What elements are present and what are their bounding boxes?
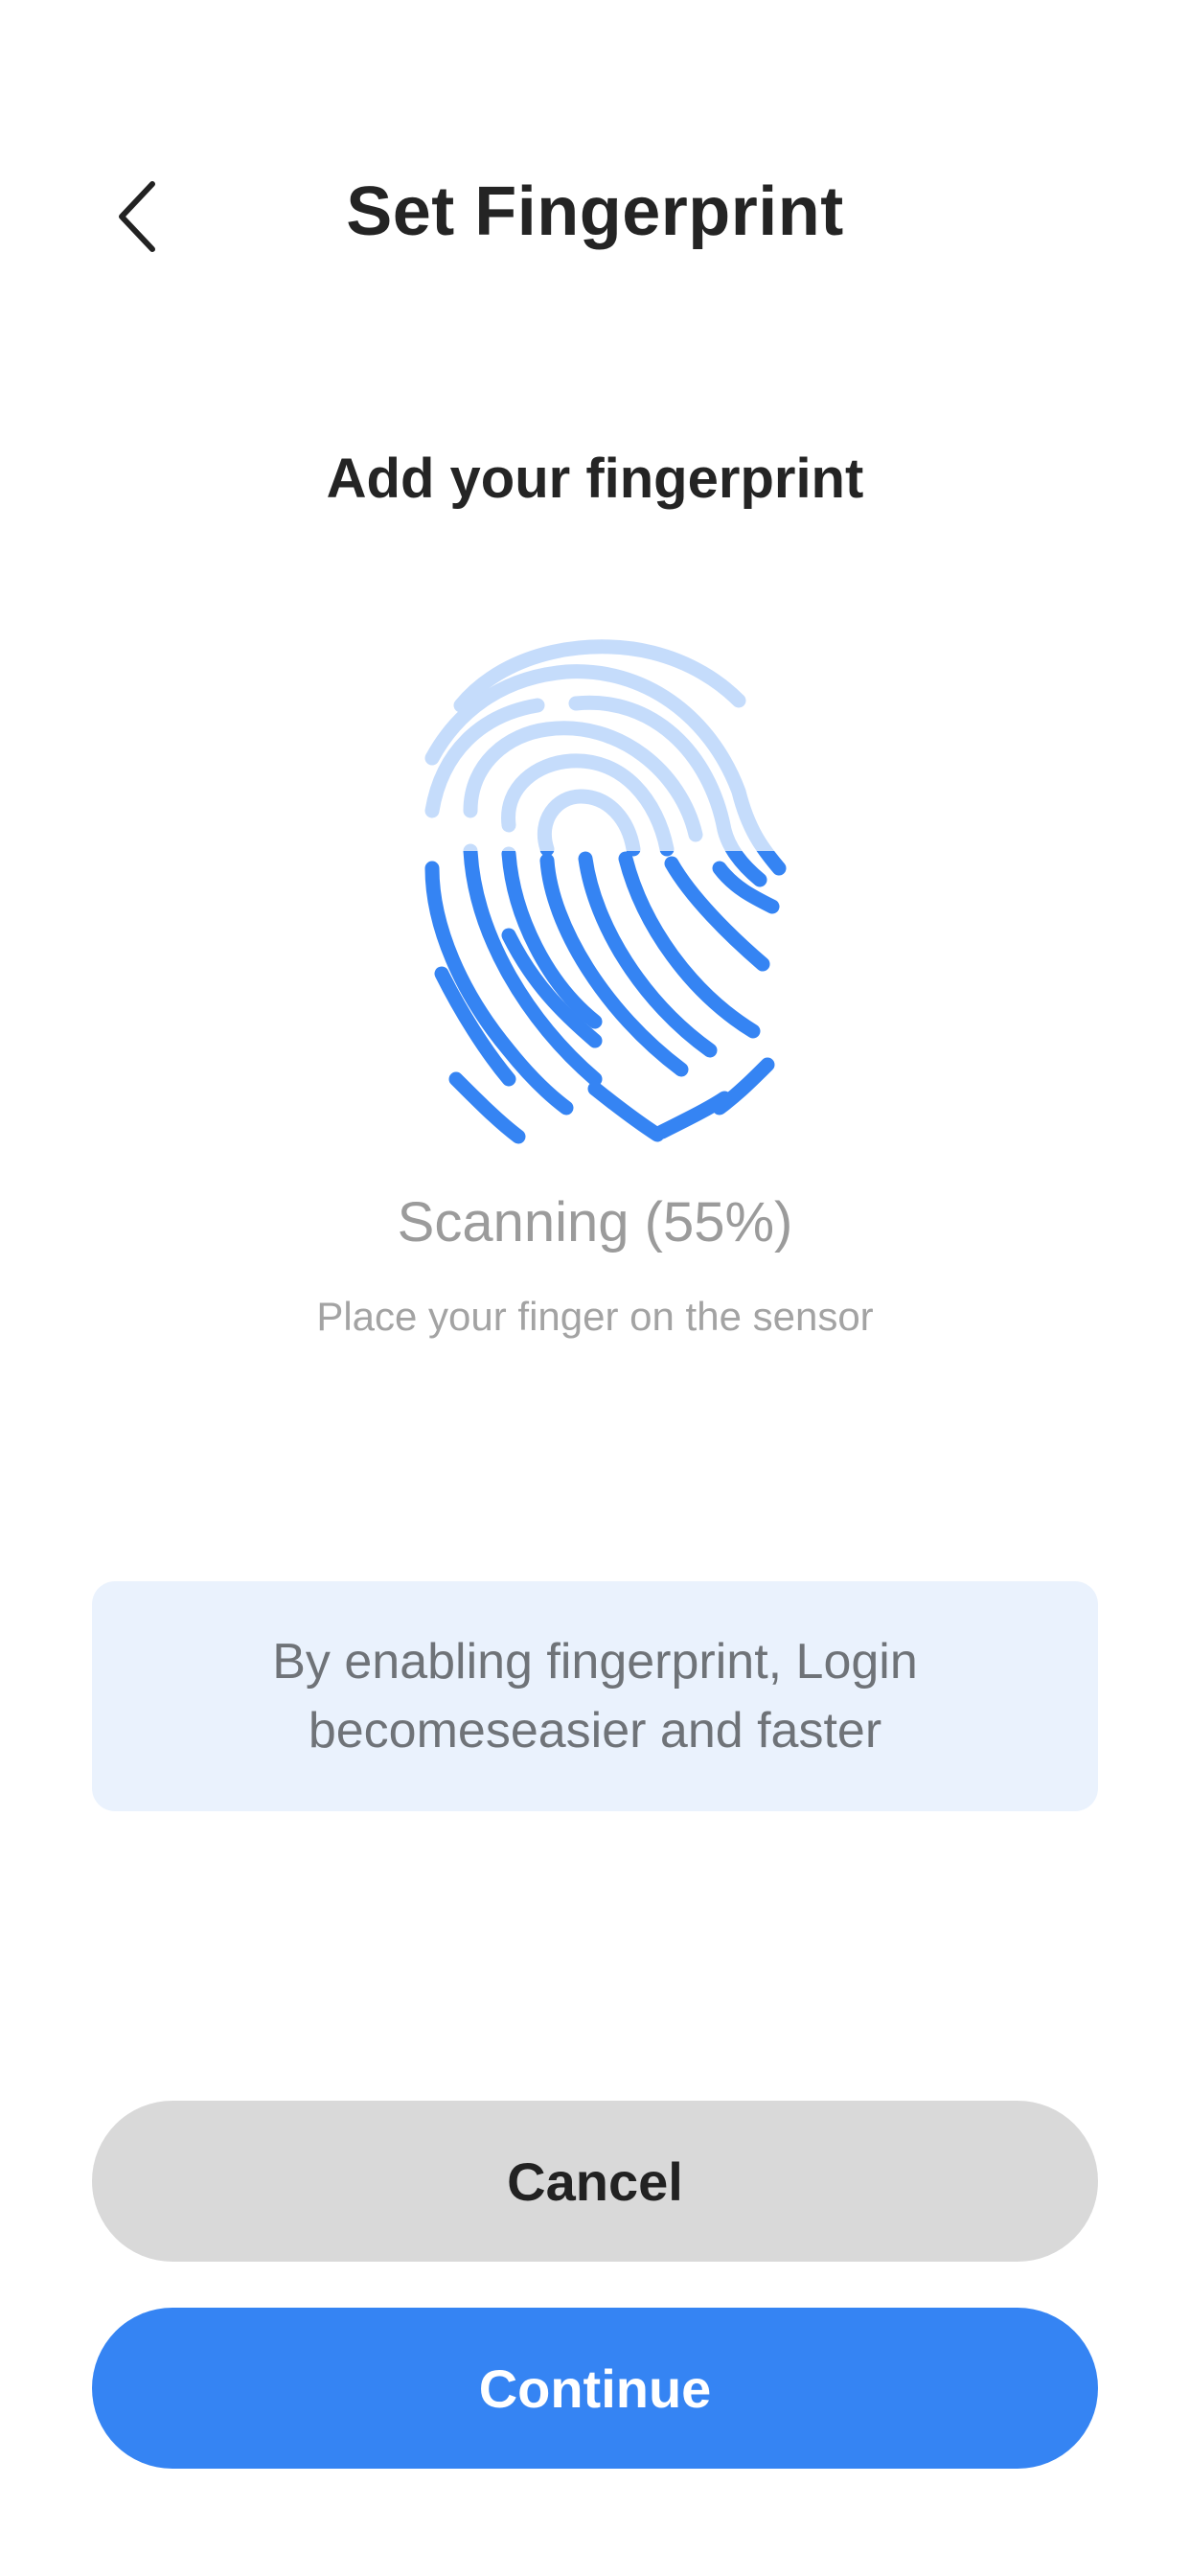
scan-status: Scanning (55%)	[397, 1191, 793, 1254]
info-box: By enabling fingerprint, Login becomesea…	[92, 1581, 1098, 1811]
fingerprint-icon	[403, 610, 787, 1146]
cancel-button[interactable]: Cancel	[92, 2101, 1098, 2262]
info-text: By enabling fingerprint, Login becomesea…	[272, 1634, 918, 1759]
fingerprint-unscanned-ridges	[432, 647, 779, 1137]
continue-button[interactable]: Continue	[92, 2308, 1098, 2469]
page-title: Set Fingerprint	[346, 173, 844, 250]
scan-hint: Place your finger on the sensor	[316, 1294, 874, 1339]
section-heading: Add your fingerprint	[326, 448, 864, 510]
set-fingerprint-screen: Set Fingerprint Add your fingerprint Sca…	[0, 0, 1190, 2576]
